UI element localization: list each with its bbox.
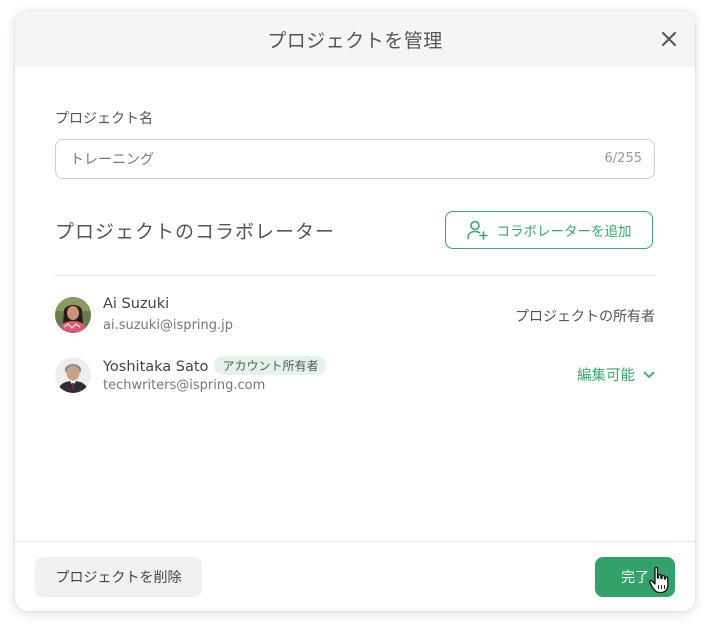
collaborator-row: Yoshitaka Sato アカウント所有者 techwriters@ispri… xyxy=(55,356,655,396)
project-name-field[interactable]: 6/255 xyxy=(55,139,655,179)
collaborators-title: プロジェクトのコラボレーター xyxy=(55,221,336,243)
project-name-input[interactable] xyxy=(70,140,570,178)
role-dropdown-label: 編集可能 xyxy=(577,368,635,384)
collaborator-name: Ai Suzuki xyxy=(103,296,170,312)
collaborator-name-line: Yoshitaka Sato アカウント所有者 xyxy=(103,356,327,375)
avatar xyxy=(55,357,91,393)
avatar xyxy=(55,297,91,333)
footer-divider xyxy=(15,541,695,542)
done-button[interactable]: 完了 xyxy=(595,557,675,597)
add-collaborator-button[interactable]: コラボレーターを追加 xyxy=(445,211,653,249)
close-icon xyxy=(662,32,676,46)
project-name-label: プロジェクト名 xyxy=(55,111,153,127)
manage-project-dialog: プロジェクトを管理 プロジェクト名 6/255 プロジェクトのコラボレーター コ… xyxy=(15,11,695,611)
collaborator-email: techwriters@ispring.com xyxy=(103,378,266,393)
collaborator-email: ai.suzuki@ispring.jp xyxy=(103,318,234,333)
collaborator-row: Ai Suzuki ai.suzuki@ispring.jp プロジェクトの所有… xyxy=(55,296,655,336)
delete-project-button[interactable]: プロジェクトを削除 xyxy=(35,557,202,597)
account-owner-badge: アカウント所有者 xyxy=(214,356,327,375)
dialog-header: プロジェクトを管理 xyxy=(15,11,695,67)
add-user-icon xyxy=(466,220,488,240)
close-button[interactable] xyxy=(657,27,681,51)
add-collaborator-label: コラボレーターを追加 xyxy=(496,224,632,240)
collaborators-divider xyxy=(55,275,655,276)
role-dropdown[interactable]: 編集可能 xyxy=(577,364,655,385)
chevron-down-icon xyxy=(643,371,655,378)
collaborator-name: Yoshitaka Sato xyxy=(103,359,209,375)
dialog-title: プロジェクトを管理 xyxy=(267,29,443,52)
char-count: 6/255 xyxy=(604,151,642,166)
collaborator-role: プロジェクトの所有者 xyxy=(515,309,655,325)
